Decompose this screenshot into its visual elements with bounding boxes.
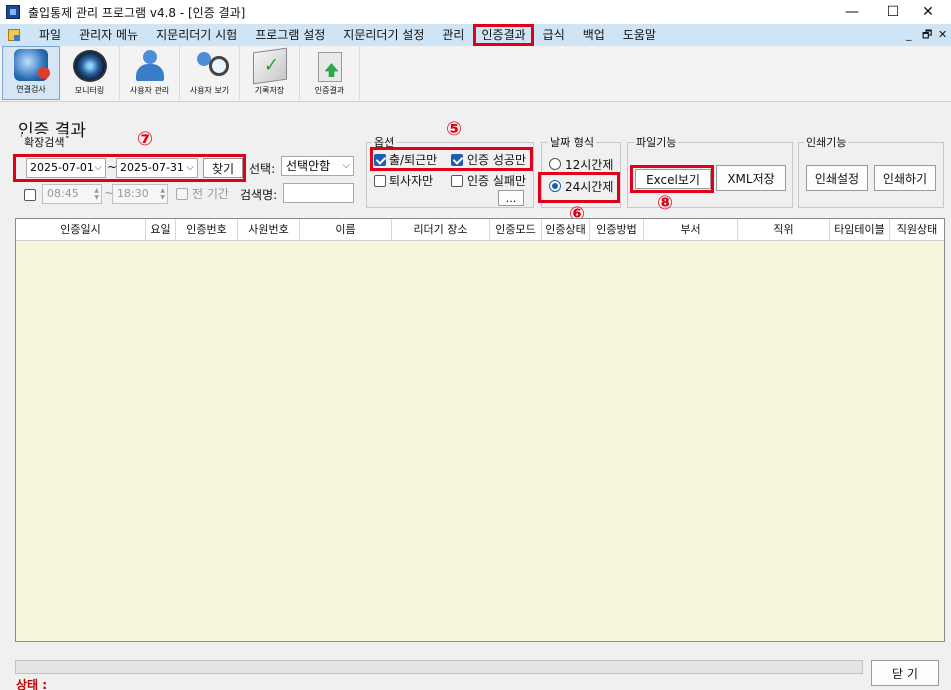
mdi-minimize-button[interactable]: _ (906, 24, 912, 46)
toolbar-connection-check[interactable]: 연결검사 (2, 46, 60, 100)
extended-search-label: 확장검색 (22, 134, 67, 150)
record-save-icon (252, 47, 287, 85)
menu-admin[interactable]: 관리자 메뉴 (70, 24, 147, 46)
file-functions-label: 파일기능 (634, 134, 679, 150)
search-name-label: 검색명: (240, 188, 278, 202)
time-to-spinner[interactable]: 18:30 ▲ ▼ (112, 184, 168, 204)
all-period-checkbox[interactable] (176, 188, 188, 200)
menu-manage[interactable]: 관리 (433, 24, 473, 46)
col-auth-number[interactable]: 인증번호 (176, 219, 238, 241)
grid-header: 인증일시 요일 인증번호 사원번호 이름 리더기 장소 인증모드 인증상태 인증… (16, 219, 944, 241)
minimize-button[interactable]: — (829, 0, 875, 24)
window-title: 출입통제 관리 프로그램 v4.8 - [인증 결과] (28, 5, 246, 20)
col-auth-method[interactable]: 인증방법 (590, 219, 644, 241)
toolbar-record-save[interactable]: 기록저장 (240, 46, 300, 100)
annotation-7: ⑦ (137, 128, 154, 150)
menu-meal[interactable]: 급식 (534, 24, 574, 46)
col-auth-status[interactable]: 인증상태 (542, 219, 590, 241)
menu-help[interactable]: 도움말 (614, 24, 665, 46)
menu-bar: 파일 관리자 메뉴 지문리더기 시험 프로그램 설정 지문리더기 설정 관리 인… (0, 24, 951, 46)
user-icon (133, 50, 167, 82)
menu-auth-result[interactable]: 인증결과 (473, 24, 534, 46)
close-window-button[interactable]: 닫 기 (871, 660, 939, 686)
auth-fail-only-label: 인증 실패만 (467, 174, 527, 188)
annotation-5: ⑤ (446, 118, 463, 140)
col-reader-location[interactable]: 리더기 장소 (392, 219, 490, 241)
toolbar: 연결검사 모니터링 사용자 관리 사용자 보기 기록저장 인증결과 (0, 46, 951, 102)
menu-file[interactable]: 파일 (30, 24, 70, 46)
monitor-radar-icon (72, 50, 107, 82)
status-label: 상태 : (16, 678, 48, 690)
auth-result-icon (317, 52, 342, 82)
time-from-spinner[interactable]: 08:45 ▲ ▼ (42, 184, 102, 204)
highlight-date-range (13, 154, 246, 182)
mdi-document-icon[interactable] (8, 29, 20, 41)
col-position[interactable]: 직위 (738, 219, 830, 241)
col-name[interactable]: 이름 (300, 219, 392, 241)
chevron-down-icon: ⌵ (342, 160, 350, 171)
resigned-only-checkbox[interactable] (374, 175, 386, 187)
toolbar-user-view[interactable]: 사용자 보기 (180, 46, 240, 100)
annotation-8: ⑧ (657, 192, 674, 214)
col-timetable[interactable]: 타임테이블 (830, 219, 890, 241)
col-employee-status[interactable]: 직원상태 (890, 219, 944, 241)
menu-backup[interactable]: 백업 (574, 24, 614, 46)
user-search-icon (193, 50, 229, 82)
menu-reader-settings[interactable]: 지문리더기 설정 (334, 24, 433, 46)
col-auth-mode[interactable]: 인증모드 (490, 219, 542, 241)
progress-bar (15, 660, 863, 674)
col-auth-datetime[interactable]: 인증일시 (16, 219, 146, 241)
highlight-excel (630, 165, 714, 193)
print-button[interactable]: 인쇄하기 (874, 165, 936, 191)
print-functions-label: 인쇄기능 (804, 134, 849, 150)
search-name-input[interactable] (283, 183, 354, 203)
spin-arrows-icon: ▲ ▼ (94, 187, 99, 201)
toolbar-user-manage[interactable]: 사용자 관리 (120, 46, 180, 100)
col-weekday[interactable]: 요일 (146, 219, 176, 241)
col-employee-number[interactable]: 사원번호 (238, 219, 300, 241)
print-setup-button[interactable]: 인쇄설정 (806, 165, 868, 191)
format-12h-radio[interactable] (549, 158, 561, 170)
app-icon (6, 5, 20, 19)
network-check-icon (14, 49, 50, 81)
all-period-label: 전 기간 (192, 187, 229, 201)
title-bar: 출입통제 관리 프로그램 v4.8 - [인증 결과] (0, 0, 951, 24)
mdi-close-button[interactable]: ✕ (938, 24, 947, 46)
spin-arrows-icon: ▲ ▼ (160, 187, 165, 201)
select-label: 선택: (249, 162, 276, 176)
col-department[interactable]: 부서 (644, 219, 738, 241)
menu-reader-test[interactable]: 지문리더기 시험 (147, 24, 246, 46)
menu-program-settings[interactable]: 프로그램 설정 (246, 24, 334, 46)
highlight-options (370, 147, 533, 171)
select-dropdown[interactable]: 선택안함 ⌵ (281, 156, 354, 176)
format-12h-label: 12시간제 (565, 158, 614, 172)
result-grid[interactable]: 인증일시 요일 인증번호 사원번호 이름 리더기 장소 인증모드 인증상태 인증… (15, 218, 945, 642)
resigned-only-label: 퇴사자만 (389, 174, 434, 188)
date-format-label: 날짜 형식 (548, 134, 596, 150)
time-filter-checkbox[interactable] (24, 189, 36, 201)
close-button[interactable]: ✕ (905, 0, 951, 24)
options-more-button[interactable]: ... (498, 190, 524, 206)
mdi-restore-button[interactable]: 🗗 (922, 24, 932, 46)
auth-fail-only-checkbox[interactable] (451, 175, 463, 187)
toolbar-auth-result[interactable]: 인증결과 (300, 46, 360, 100)
highlight-24h (538, 172, 620, 203)
toolbar-monitoring[interactable]: 모니터링 (60, 46, 120, 100)
xml-save-button[interactable]: XML저장 (716, 165, 786, 191)
